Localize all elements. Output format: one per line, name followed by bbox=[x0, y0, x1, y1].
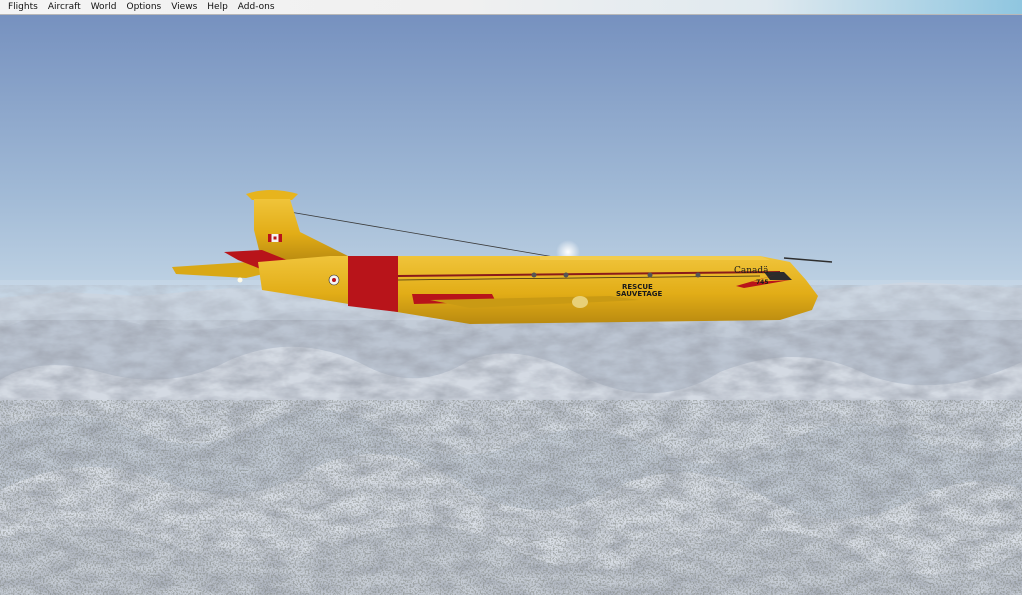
snowy-mountain-terrain bbox=[0, 280, 1022, 595]
menu-flights[interactable]: Flights bbox=[0, 0, 43, 14]
sauvetage-label: SAUVETAGE bbox=[616, 290, 663, 298]
menu-aircraft[interactable]: Aircraft bbox=[43, 0, 86, 14]
menu-bar: Flights Aircraft World Options Views Hel… bbox=[0, 0, 1022, 15]
canada-wordmark: Canadä bbox=[734, 266, 769, 276]
menu-views[interactable]: Views bbox=[166, 0, 202, 14]
menu-add-ons[interactable]: Add-ons bbox=[233, 0, 280, 14]
flight-sim-viewport[interactable]: RESCUE SAUVETAGE Canadä 745 bbox=[0, 15, 1022, 595]
tail-number: 745 bbox=[756, 279, 769, 286]
menu-world[interactable]: World bbox=[86, 0, 122, 14]
menu-options[interactable]: Options bbox=[121, 0, 166, 14]
menu-help[interactable]: Help bbox=[202, 0, 233, 14]
